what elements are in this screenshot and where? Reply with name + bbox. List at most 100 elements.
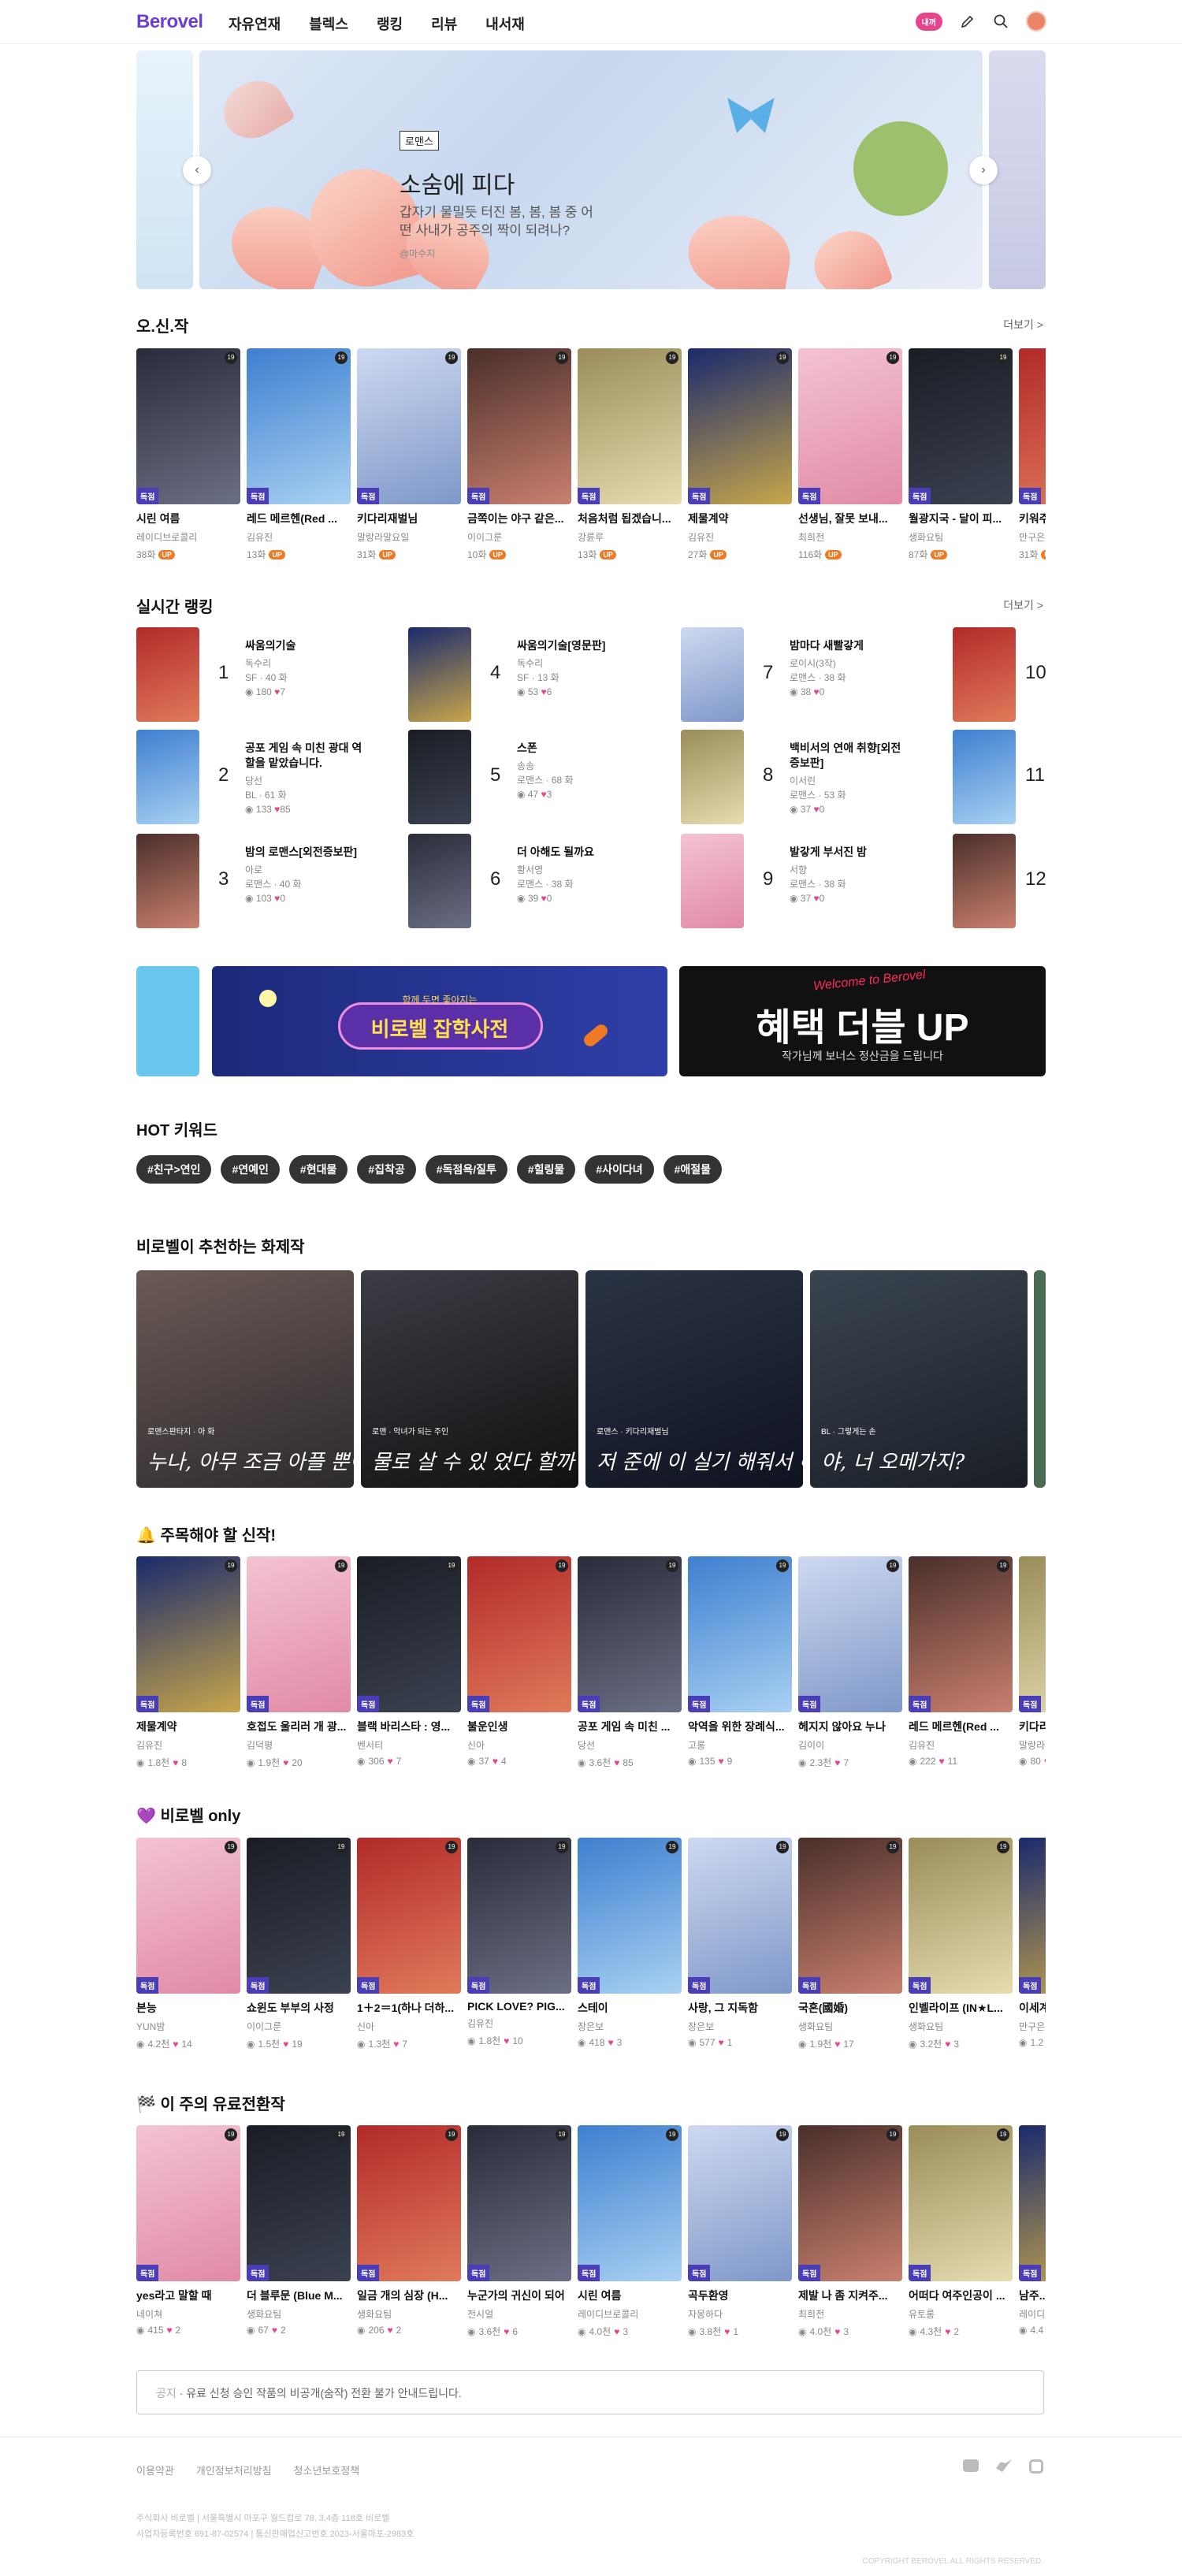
recommend-card[interactable]: 로맨스 · 키다리재벌님저 준에 이 실기 해줘서 해 된 건 되죠? bbox=[585, 1270, 803, 1488]
paid-title[interactable]: 시린 여름 bbox=[578, 2288, 682, 2303]
only-title[interactable]: 쇼윈도 부부의 사정 bbox=[247, 2000, 351, 2016]
nav-library[interactable]: 내서재 bbox=[485, 13, 525, 34]
ranking-item[interactable]: 12 bbox=[953, 834, 1046, 928]
ranking-item[interactable]: 10 bbox=[953, 627, 1046, 722]
paid-card[interactable]: 19 독점 더 블루문 (Blue M... 생화요팀 ◉ 67 ♥ 2 bbox=[247, 2125, 351, 2338]
newworks-card[interactable]: 19 독점 헤지지 않아요 누나 김이이 ◉ 2.3천 ♥ 7 bbox=[798, 1556, 902, 1769]
ranking-cover[interactable] bbox=[136, 627, 199, 722]
osinjak-title[interactable]: 키다리재벌님 bbox=[357, 511, 461, 526]
ranking-cover[interactable] bbox=[953, 730, 1016, 824]
paid-card[interactable]: 19독점남주... 레이디 ◉4.4♥ bbox=[1019, 2125, 1046, 2338]
newworks-title[interactable]: 호접도 울리러 개 광... bbox=[247, 1719, 351, 1734]
only-card[interactable]: 19 독점 쇼윈도 부부의 사정 이이그룬 ◉ 1.5천 ♥ 19 bbox=[247, 1838, 351, 2050]
paid-title[interactable]: 어떠다 여주인공이 ... bbox=[909, 2288, 1013, 2303]
only-card[interactable]: 19 독점 본능 YUN밤 ◉ 4.2천 ♥ 14 bbox=[136, 1838, 240, 2050]
paid-title[interactable]: 더 블루문 (Blue M... bbox=[247, 2288, 351, 2303]
only-title[interactable]: 1＋2＝1(하나 더하... bbox=[357, 2000, 461, 2016]
osinjak-card[interactable]: 19 독점 키다리재벌님 말랑라말요일 31화 UP bbox=[357, 348, 461, 561]
paid-cover[interactable]: 19독점 bbox=[1019, 2125, 1046, 2281]
only-title[interactable]: 인벨라이프 (IN★L... bbox=[909, 2000, 1013, 2016]
newworks-title[interactable]: 레드 메르헨(Red ... bbox=[909, 1719, 1013, 1734]
promo-banner-prev[interactable] bbox=[136, 966, 199, 1076]
newworks-cover[interactable]: 19 독점 bbox=[136, 1556, 240, 1712]
hot-keyword-chip[interactable]: #현대물 bbox=[288, 1155, 348, 1184]
newworks-card[interactable]: 19독점키다리... 말랑라 ◉80♥ bbox=[1019, 1556, 1046, 1769]
promo-banner-double-up[interactable]: Welcome to Berovel 혜택 더블 UP 작가님께 보너스 정산금… bbox=[679, 966, 1046, 1076]
osinjak-title[interactable]: 레드 메르헨(Red ... bbox=[247, 511, 351, 526]
newworks-title[interactable]: 키다리... bbox=[1019, 1719, 1046, 1734]
nav-free-serial[interactable]: 자유연재 bbox=[229, 13, 281, 34]
ranking-title[interactable]: 백비서의 연애 취향[외전증보판] bbox=[790, 741, 908, 771]
paid-card[interactable]: 19 독점 제발 나 좀 지켜주... 최희전 ◉ 4.0천 ♥ 3 bbox=[798, 2125, 902, 2338]
osinjak-card[interactable]: 19 독점 금쪽이는 야구 같은... 이이그룬 10화 UP bbox=[467, 348, 571, 561]
ranking-item[interactable]: 6 더 아해도 될까요 황서영 로맨스 · 38 화 ◉ 39 ♥0 bbox=[408, 834, 660, 928]
ranking-cover[interactable] bbox=[408, 730, 471, 824]
footer-youth-link[interactable]: 청소년보호정책 bbox=[294, 2463, 360, 2477]
ranking-title[interactable]: 공포 게임 속 미친 광대 역할을 맡았습니다. bbox=[245, 741, 363, 771]
only-card[interactable]: 19 독점 PICK LOVE? PIG... 김유진 ◉ 1.8천 ♥ 10 bbox=[467, 1838, 571, 2050]
only-title[interactable]: 본능 bbox=[136, 2000, 240, 2016]
coin-badge[interactable]: 내꺼 bbox=[915, 12, 942, 31]
recommend-card[interactable]: 로맨 · 악녀가 되는 주인물로 살 수 있 었다 할까 하더 bbox=[361, 1270, 578, 1488]
ranking-title[interactable]: 밤마다 새빨갛게 bbox=[790, 638, 908, 653]
ranking-cover[interactable] bbox=[681, 730, 744, 824]
ranking-item[interactable]: 11 bbox=[953, 730, 1046, 824]
promo-banner-dictionary[interactable]: 함께 두면 좋아지는 비로벨 잡학사전 bbox=[212, 966, 667, 1076]
hero-banner[interactable] bbox=[199, 50, 983, 289]
pen-icon[interactable] bbox=[960, 13, 976, 29]
only-cover[interactable]: 19독점 bbox=[357, 1838, 461, 1994]
osinjak-title[interactable]: 시린 여름 bbox=[136, 511, 240, 526]
only-card[interactable]: 19 독점 인벨라이프 (IN★L... 생화요팀 ◉ 3.2천 ♥ 3 bbox=[909, 1838, 1013, 2050]
ranking-cover[interactable] bbox=[408, 834, 471, 928]
only-title[interactable]: 스테이 bbox=[578, 2000, 682, 2016]
ranking-cover[interactable] bbox=[681, 627, 744, 722]
newworks-title[interactable]: 제물계약 bbox=[136, 1719, 240, 1734]
paid-cover[interactable]: 19독점 bbox=[357, 2125, 461, 2281]
ranking-cover[interactable] bbox=[681, 834, 744, 928]
newworks-cover[interactable]: 19 독점 bbox=[909, 1556, 1013, 1712]
notice-bar[interactable]: 공지 · 유료 신청 승인 작품의 비공개(숨작) 전환 불가 안내드립니다. bbox=[136, 2370, 1044, 2414]
hot-keyword-chip[interactable]: #집착공 bbox=[357, 1155, 416, 1184]
berovel-logo[interactable]: Berovel bbox=[136, 11, 203, 33]
newworks-title[interactable]: 불운인생 bbox=[467, 1719, 571, 1734]
ranking-item[interactable]: 9 발갛게 부서진 밤 서향 로맨스 · 38 화 ◉ 37 ♥0 bbox=[681, 834, 933, 928]
ranking-cover[interactable] bbox=[136, 730, 199, 824]
osinjak-cover[interactable]: 19 독점 bbox=[909, 348, 1013, 504]
ranking-title[interactable]: 스폰 bbox=[517, 741, 635, 756]
only-card[interactable]: 19 독점 1＋2＝1(하나 더하... 신아 ◉ 1.3천 ♥ 7 bbox=[357, 1838, 461, 2050]
recommend-card[interactable]: BL · 그렇게는 손 야, 너 오메가지? bbox=[810, 1270, 1028, 1488]
hot-keyword-chip[interactable]: #힐링물 bbox=[516, 1155, 576, 1184]
newworks-card[interactable]: 19 독점 제물계약 김유진 ◉ 1.8천 ♥ 8 bbox=[136, 1556, 240, 1769]
osinjak-cover[interactable]: 19 독점 bbox=[798, 348, 902, 504]
newworks-card[interactable]: 19 독점 호접도 울리러 개 광... 김덕평 ◉ 1.9천 ♥ 20 bbox=[247, 1556, 351, 1769]
paid-card[interactable]: 19 독점 일금 개의 심장 (H... 생화요팀 ◉ 206 ♥ 2 bbox=[357, 2125, 461, 2338]
osinjak-cover[interactable]: 19 독점 bbox=[578, 348, 682, 504]
newworks-card[interactable]: 19 독점 불운인생 신아 ◉ 37 ♥ 4 bbox=[467, 1556, 571, 1769]
nav-review[interactable]: 리뷰 bbox=[431, 13, 457, 34]
only-cover[interactable]: 19독점 bbox=[467, 1838, 571, 1994]
osinjak-card[interactable]: 19 독점 월광지국 - 달이 피... 생화요팀 87화 UP bbox=[909, 348, 1013, 561]
newworks-card[interactable]: 19 독점 공포 게임 속 미친 ... 당선 ◉ 3.6천 ♥ 85 bbox=[578, 1556, 682, 1769]
paid-card[interactable]: 19 독점 곡두환영 자몽하다 ◉ 3.8천 ♥ 1 bbox=[688, 2125, 792, 2338]
newworks-cover[interactable]: 19 독점 bbox=[688, 1556, 792, 1712]
only-card[interactable]: 19 독점 국혼(國婚) 생화요팀 ◉ 1.9천 ♥ 17 bbox=[798, 1838, 902, 2050]
only-cover[interactable]: 19독점 bbox=[798, 1838, 902, 1994]
osinjak-card[interactable]: 19 독점 제물계약 김유진 27화 UP bbox=[688, 348, 792, 561]
paid-card[interactable]: 19 독점 누군가의 귀신이 되어 전시얼 ◉ 3.6천 ♥ 6 bbox=[467, 2125, 571, 2338]
ranking-cover[interactable] bbox=[136, 834, 199, 928]
newworks-cover[interactable]: 19 독점 bbox=[467, 1556, 571, 1712]
osinjak-title[interactable]: 선생님, 잘못 보내... bbox=[798, 511, 902, 526]
only-title[interactable]: 사랑, 그 지독함 bbox=[688, 2000, 792, 2016]
newworks-title[interactable]: 공포 게임 속 미친 ... bbox=[578, 1719, 682, 1734]
recommend-card[interactable]: 로맨스판타지 · 아 화누나, 아무 조금 아플 뿐이야. bbox=[136, 1270, 354, 1488]
ranking-item[interactable]: 4 싸움의기술[영문판] 독수리 SF · 13 화 ◉ 53 ♥6 bbox=[408, 627, 660, 722]
paid-card[interactable]: 19 독점 어떠다 여주인공이 ... 유토롱 ◉ 4.3천 ♥ 2 bbox=[909, 2125, 1013, 2338]
ranking-cover[interactable] bbox=[953, 834, 1016, 928]
hot-keyword-chip[interactable]: #친구>연인 bbox=[136, 1155, 212, 1184]
only-cover[interactable]: 19독점 bbox=[578, 1838, 682, 1994]
paid-title[interactable]: 일금 개의 심장 (H... bbox=[357, 2288, 461, 2303]
osinjak-title[interactable]: 제물계약 bbox=[688, 511, 792, 526]
ranking-item[interactable]: 2 공포 게임 속 미친 광대 역할을 맡았습니다. 당선 BL · 61 화 ◉ 13… bbox=[136, 730, 388, 824]
only-cover[interactable]: 19독점 bbox=[688, 1838, 792, 1994]
only-cover[interactable]: 19독점 bbox=[1019, 1838, 1046, 1994]
